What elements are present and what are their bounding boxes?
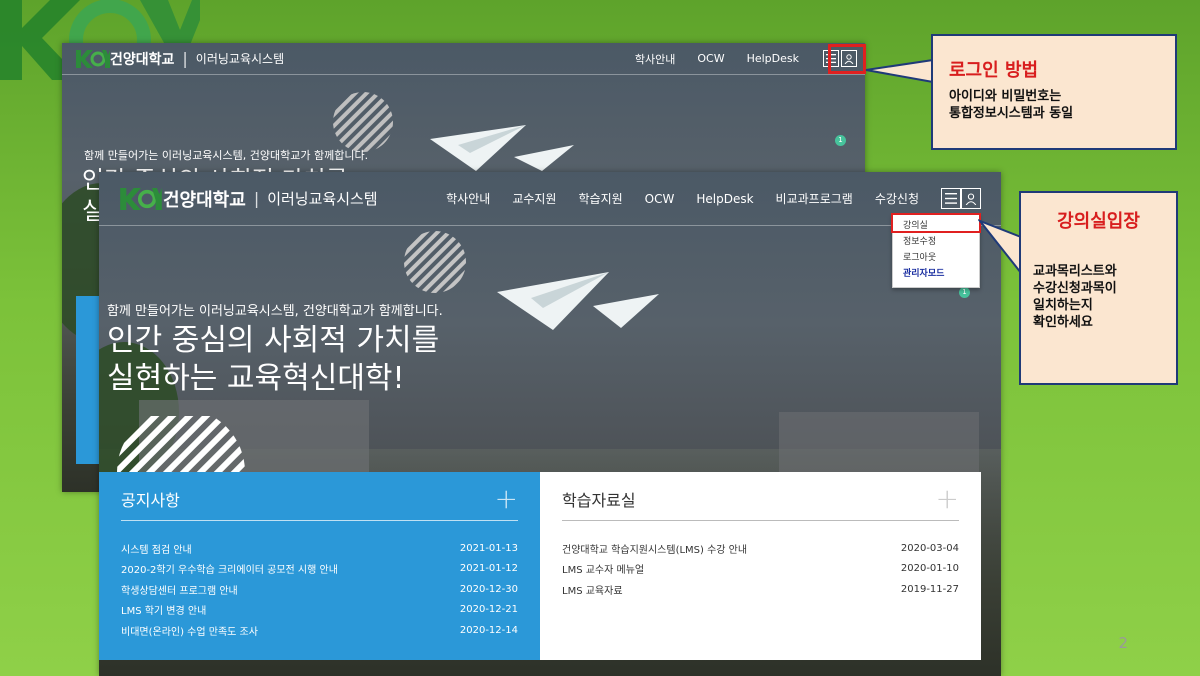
notice-more-button[interactable]: + — [495, 482, 518, 515]
slide-page-number: 2 — [1118, 634, 1128, 652]
headline-line-1: 인간 중심의 사회적 가치를 — [107, 323, 440, 358]
library-divider — [562, 520, 959, 521]
classroom-callout-body: 교과목리스트와 수강신청과목이 일치하는지 확인하세요 — [1033, 264, 1117, 330]
menu-item-helpdesk[interactable]: HelpDesk — [747, 52, 799, 65]
dropdown-item-edit-profile[interactable]: 정보수정 — [893, 234, 979, 250]
striped-half-circle-decoration — [117, 416, 245, 472]
notice-row-date: 2020-12-30 — [459, 583, 518, 595]
tagline: 함께 만들어가는 이러닝교육시스템, 건양대학교가 함께합니다. — [107, 304, 443, 319]
headline: 인간 중심의 사회적 가치를 실현하는 교육혁신대학! — [107, 322, 439, 399]
ky-logo-icon — [120, 187, 162, 210]
hamburger-menu-button[interactable] — [941, 188, 961, 209]
login-callout-pointer — [865, 59, 934, 83]
site-logo[interactable]: 건양대학교 | 이러닝교육시스템 — [76, 49, 284, 69]
notification-badge: 1 — [835, 135, 846, 146]
menu-item-course-registration[interactable]: 수강신청 — [875, 190, 919, 207]
library-row[interactable]: 건양대학교 학습지원시스템(LMS) 수강 안내 2020-03-04 — [562, 538, 959, 559]
university-name: 건양대학교 — [110, 51, 175, 68]
login-callout: 로그인 방법 아이디와 비밀번호는 통합정보시스템과 동일 — [931, 34, 1177, 150]
main-menu: 학사안내 OCW HelpDesk — [635, 50, 857, 67]
library-row-date: 2019-11-27 — [900, 583, 959, 595]
menu-item-helpdesk[interactable]: HelpDesk — [696, 192, 753, 206]
menu-item-academic-info[interactable]: 학사안내 — [446, 190, 490, 207]
menu-item-faculty-support[interactable]: 교수지원 — [512, 190, 556, 207]
notice-panel: 공지사항 + 시스템 점검 안내 2021-01-13 2020-2학기 우수학습… — [99, 472, 540, 660]
notice-list: 시스템 점검 안내 2021-01-13 2020-2학기 우수학습 크리에이터 … — [121, 538, 518, 641]
login-callout-body: 아이디와 비밀번호는 통합정보시스템과 동일 — [949, 89, 1074, 121]
logo-separator: | — [253, 189, 260, 208]
notice-row-title: 비대면(온라인) 수업 만족도 조사 — [121, 626, 258, 638]
notice-row[interactable]: LMS 학기 변경 안내 2020-12-21 — [121, 600, 518, 621]
top-nav-bar: 건양대학교 | 이러닝교육시스템 학사안내 OCW HelpDesk — [62, 43, 865, 75]
notice-row-date: 2021-01-13 — [459, 542, 518, 554]
library-more-button[interactable]: + — [936, 482, 959, 515]
menu-item-ocw[interactable]: OCW — [697, 52, 724, 65]
logo-separator: | — [182, 49, 188, 68]
paper-plane-illustration — [497, 272, 659, 330]
main-page-screenshot: 1 건양대학교 | 이러닝교육시스템 학사안내 교수지원 학습지원 OCW He… — [99, 172, 1001, 676]
notice-divider — [121, 520, 518, 521]
main-menu: 학사안내 교수지원 학습지원 OCW HelpDesk 비교과프로그램 수강신청 — [446, 188, 981, 209]
paper-plane-illustration — [430, 125, 574, 171]
ky-logo-icon — [76, 49, 110, 68]
library-row[interactable]: LMS 교수자 메뉴얼 2020-01-10 — [562, 559, 959, 580]
user-button-highlight — [828, 44, 866, 74]
notice-row-title: LMS 학기 변경 안내 — [121, 606, 207, 618]
library-row[interactable]: LMS 교육자료 2019-11-27 — [562, 579, 959, 600]
hamburger-icon — [945, 193, 957, 204]
notice-row-date: 2020-12-14 — [459, 624, 518, 636]
login-callout-title: 로그인 방법 — [949, 60, 1039, 81]
classroom-callout-pointer — [978, 219, 1022, 274]
tagline: 함께 만들어가는 이러닝교육시스템, 건양대학교가 함께합니다. — [84, 149, 369, 162]
menu-item-ocw[interactable]: OCW — [645, 192, 675, 206]
notice-row[interactable]: 학생상담센터 프로그램 안내 2020-12-30 — [121, 579, 518, 600]
notice-row[interactable]: 2020-2학기 우수학습 크리에이터 공모전 시행 안내 2021-01-12 — [121, 559, 518, 580]
notice-row-title: 2020-2학기 우수학습 크리에이터 공모전 시행 안내 — [121, 565, 338, 577]
classroom-item-highlight — [891, 213, 981, 233]
system-name: 이러닝교육시스템 — [267, 190, 378, 208]
library-row-date: 2020-01-10 — [900, 563, 959, 575]
striped-circle-decoration — [404, 231, 466, 293]
headline-line-2: 실현하는 교육혁신대학! — [107, 361, 405, 397]
library-list: 건양대학교 학습지원시스템(LMS) 수강 안내 2020-03-04 LMS 교… — [562, 538, 959, 600]
notice-row-title: 학생상담센터 프로그램 안내 — [121, 585, 238, 597]
menu-item-extracurricular[interactable]: 비교과프로그램 — [776, 190, 853, 207]
notification-badge: 1 — [959, 287, 970, 298]
menu-item-academic-info[interactable]: 학사안내 — [635, 51, 675, 67]
system-name: 이러닝교육시스템 — [195, 52, 285, 66]
notice-row-date: 2021-01-12 — [459, 563, 518, 575]
notice-row[interactable]: 시스템 점검 안내 2021-01-13 — [121, 538, 518, 559]
notice-row-title: 시스템 점검 안내 — [121, 544, 192, 556]
classroom-callout-title: 강의실입장 — [1057, 211, 1140, 232]
library-panel: 학습자료실 + 건양대학교 학습지원시스템(LMS) 수강 안내 2020-03-… — [540, 472, 981, 660]
top-nav-bar: 건양대학교 | 이러닝교육시스템 학사안내 교수지원 학습지원 OCW Help… — [99, 172, 1001, 226]
classroom-callout: 강의실입장 교과목리스트와 수강신청과목이 일치하는지 확인하세요 — [1019, 191, 1178, 385]
notice-row[interactable]: 비대면(온라인) 수업 만족도 조사 2020-12-14 — [121, 620, 518, 641]
striped-circle-decoration — [333, 92, 393, 152]
library-row-title: LMS 교육자료 — [562, 585, 623, 597]
library-row-date: 2020-03-04 — [900, 542, 959, 554]
library-row-title: LMS 교수자 메뉴얼 — [562, 565, 645, 577]
library-panel-title: 학습자료실 — [562, 491, 636, 510]
university-name: 건양대학교 — [163, 189, 246, 211]
user-menu-button[interactable] — [961, 188, 981, 209]
notice-row-date: 2020-12-21 — [459, 604, 518, 616]
dropdown-item-logout[interactable]: 로그아웃 — [893, 250, 979, 266]
site-logo[interactable]: 건양대학교 | 이러닝교육시스템 — [119, 186, 378, 212]
menu-item-learning-support[interactable]: 학습지원 — [578, 190, 622, 207]
library-row-title: 건양대학교 학습지원시스템(LMS) 수강 안내 — [562, 544, 748, 556]
user-icon — [965, 192, 977, 205]
dropdown-item-admin-mode[interactable]: 관리자모드 — [893, 266, 979, 282]
notice-panel-title: 공지사항 — [121, 491, 180, 510]
